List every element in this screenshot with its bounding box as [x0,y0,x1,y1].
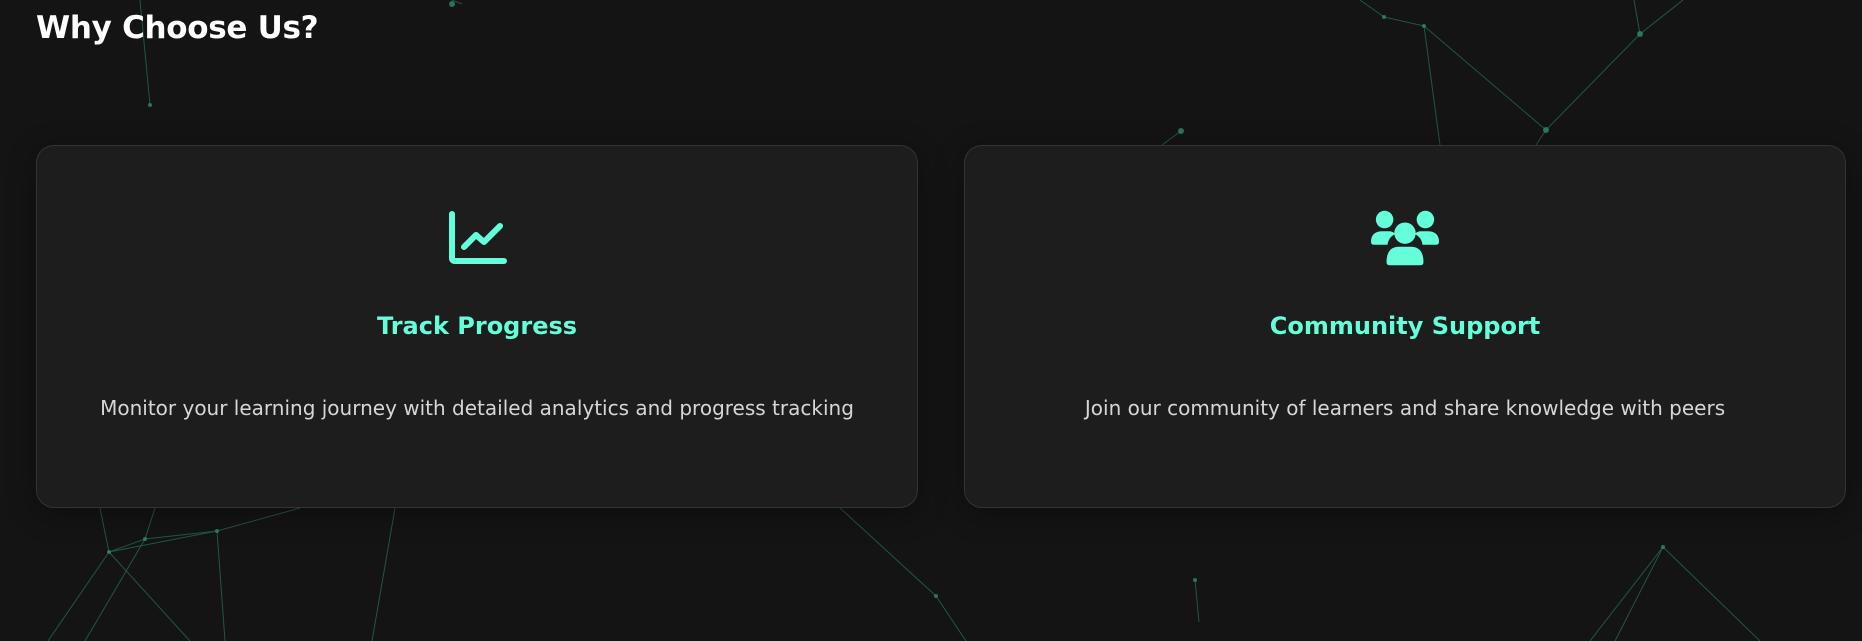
feature-card-community-support: Community Support Join our community of … [964,145,1846,508]
feature-description: Join our community of learners and share… [1084,396,1726,420]
users-icon [1371,206,1439,270]
feature-title: Track Progress [376,312,578,340]
feature-card-track-progress: Track Progress Monitor your learning jou… [36,145,918,508]
section-title: Why Choose Us? [36,10,319,46]
feature-title: Community Support [1269,312,1541,340]
feature-description: Monitor your learning journey with detai… [100,396,854,420]
why-choose-us-section: Why Choose Us? Track Progress Monitor yo… [0,0,1862,641]
chart-line-icon [443,206,511,270]
